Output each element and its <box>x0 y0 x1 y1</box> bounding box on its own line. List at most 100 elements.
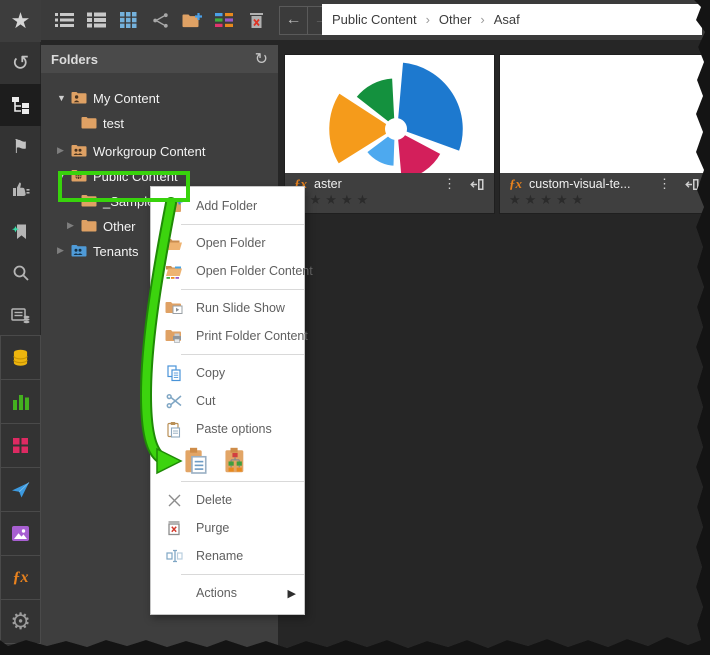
nav-back-button[interactable]: ← <box>279 6 308 35</box>
my-content-folder-icon <box>71 91 87 104</box>
new-folder-button[interactable] <box>178 6 206 34</box>
delete-x-icon <box>165 492 183 509</box>
search-icon <box>12 264 30 282</box>
menu-item-actions[interactable]: Actions ▶ <box>151 579 304 607</box>
sidebar-item-formulas[interactable]: ƒx <box>0 555 41 600</box>
categorized-list-icon <box>215 12 233 28</box>
menu-separator <box>181 289 304 290</box>
sidebar-item-server-content[interactable] <box>0 294 41 336</box>
card-rating-stars[interactable]: ★★★★★ <box>509 192 700 207</box>
settings-gear-icon: ⚙ <box>10 610 31 633</box>
content-card-custom-visual[interactable]: ƒx custom-visual-te... ⋮ ★★★★★ <box>500 55 709 213</box>
sidebar-item-settings[interactable]: ⚙ <box>0 599 41 644</box>
sidebar-item-history[interactable]: ↺ <box>0 42 41 84</box>
delete-trash-icon <box>248 12 265 29</box>
tree-item-label: Other <box>103 218 136 234</box>
tree-item-workgroup-content[interactable]: ▶ Workgroup Content <box>41 138 278 163</box>
open-folder-content-icon <box>165 263 183 280</box>
chevron-collapsed-icon[interactable]: ▶ <box>57 245 71 256</box>
detail-list-view-icon <box>87 12 106 28</box>
hierarchy-view-icon <box>152 12 169 29</box>
menu-item-delete[interactable]: Delete <box>151 486 304 514</box>
paste-options-icon <box>165 421 183 438</box>
menu-item-open-folder-content[interactable]: Open Folder Content <box>151 257 304 285</box>
card-rating-stars[interactable]: ★★★★★ <box>294 192 485 207</box>
sidebar-item-data-sources[interactable] <box>0 335 41 380</box>
tree-item-label: test <box>103 115 124 131</box>
sidebar-item-analytics[interactable] <box>0 379 41 424</box>
sidebar-item-search[interactable] <box>0 252 41 294</box>
sidebar-item-content-explorer[interactable] <box>0 84 41 126</box>
card-open-export-icon[interactable] <box>685 177 700 192</box>
menu-item-paste-options[interactable]: Paste options <box>151 415 304 443</box>
folder-icon <box>81 219 97 232</box>
breadcrumb-item-other[interactable]: Other <box>439 12 472 27</box>
submenu-caret-icon: ▶ <box>288 587 296 600</box>
card-more-menu-icon[interactable]: ⋮ <box>437 176 462 192</box>
sidebar-item-bookmarks[interactable] <box>0 210 41 252</box>
formula-fx-icon: ƒx <box>13 569 29 587</box>
tree-item-label: My Content <box>93 90 159 106</box>
image-icon <box>11 525 30 542</box>
categorized-list-button[interactable] <box>210 6 238 34</box>
refresh-icon[interactable]: ↻ <box>255 49 268 69</box>
folder-icon <box>81 194 97 207</box>
menu-separator <box>181 481 304 482</box>
open-folder-icon <box>165 235 183 252</box>
menu-item-label: Print Folder Content <box>196 329 308 343</box>
folders-panel-title: Folders <box>51 52 255 67</box>
cut-scissors-icon <box>165 393 183 410</box>
no-icon <box>165 585 183 602</box>
content-card-aster[interactable]: ƒx aster ⋮ ★★★★★ <box>285 55 494 213</box>
menu-item-cut[interactable]: Cut <box>151 387 304 415</box>
chevron-collapsed-icon[interactable]: ▶ <box>57 145 71 156</box>
sidebar-item-illustrations[interactable] <box>0 511 41 556</box>
menu-item-purge[interactable]: Purge <box>151 514 304 542</box>
detail-list-view-button[interactable] <box>82 6 110 34</box>
breadcrumb-separator-icon: › <box>426 12 430 27</box>
sidebar-item-favorites[interactable]: ★ <box>0 0 41 42</box>
menu-item-rename[interactable]: Rename <box>151 542 304 570</box>
tree-item-test[interactable]: test <box>41 110 278 135</box>
sidebar-item-likes[interactable] <box>0 168 41 210</box>
tree-item-public-content[interactable]: ▼ Public Content <box>41 163 278 188</box>
favorites-star-icon: ★ <box>11 10 31 32</box>
paste-special-button[interactable] <box>223 446 249 474</box>
menu-separator <box>181 354 304 355</box>
menu-item-run-slide-show[interactable]: Run Slide Show <box>151 294 304 322</box>
breadcrumb-item-public-content[interactable]: Public Content <box>332 12 417 27</box>
sidebar-colored-group: ƒx ⚙ <box>0 336 41 644</box>
folder-icon <box>81 116 97 129</box>
tree-item-my-content[interactable]: ▼ My Content <box>41 85 278 110</box>
card-more-menu-icon[interactable]: ⋮ <box>652 176 677 192</box>
chevron-expanded-icon[interactable]: ▼ <box>57 93 71 103</box>
bookmark-icon <box>12 223 29 240</box>
delete-button[interactable] <box>242 6 270 34</box>
send-plane-icon <box>11 481 30 499</box>
menu-item-print-folder-content[interactable]: Print Folder Content <box>151 322 304 350</box>
sidebar-item-flags[interactable]: ⚑ <box>0 126 41 168</box>
menu-item-open-folder[interactable]: Open Folder <box>151 229 304 257</box>
paste-button[interactable] <box>183 446 209 474</box>
menu-item-label: Purge <box>196 521 229 535</box>
list-view-button[interactable] <box>50 6 78 34</box>
folder-context-menu: Add Folder Open Folder <box>150 186 305 615</box>
card-thumbnail-blank <box>500 55 709 173</box>
breadcrumb: Public Content › Other › Asaf <box>322 4 702 35</box>
breadcrumb-item-asaf[interactable]: Asaf <box>494 12 520 27</box>
add-folder-icon <box>165 198 183 215</box>
card-open-export-icon[interactable] <box>470 177 485 192</box>
chevron-collapsed-icon[interactable]: ▶ <box>67 220 81 231</box>
hierarchy-view-button[interactable] <box>146 6 174 34</box>
rename-icon <box>165 548 183 565</box>
menu-separator <box>181 224 304 225</box>
app-window: ★ ↺ ⚑ <box>0 0 710 650</box>
card-footer: ƒx aster ⋮ ★★★★★ <box>285 173 494 213</box>
history-icon: ↺ <box>12 53 30 74</box>
sidebar-item-dashboards[interactable] <box>0 423 41 468</box>
sidebar-item-publish[interactable] <box>0 467 41 512</box>
chevron-expanded-icon[interactable]: ▼ <box>57 171 71 181</box>
menu-item-add-folder[interactable]: Add Folder <box>151 192 304 220</box>
grid-view-button[interactable] <box>114 6 142 34</box>
menu-item-copy[interactable]: Copy <box>151 359 304 387</box>
